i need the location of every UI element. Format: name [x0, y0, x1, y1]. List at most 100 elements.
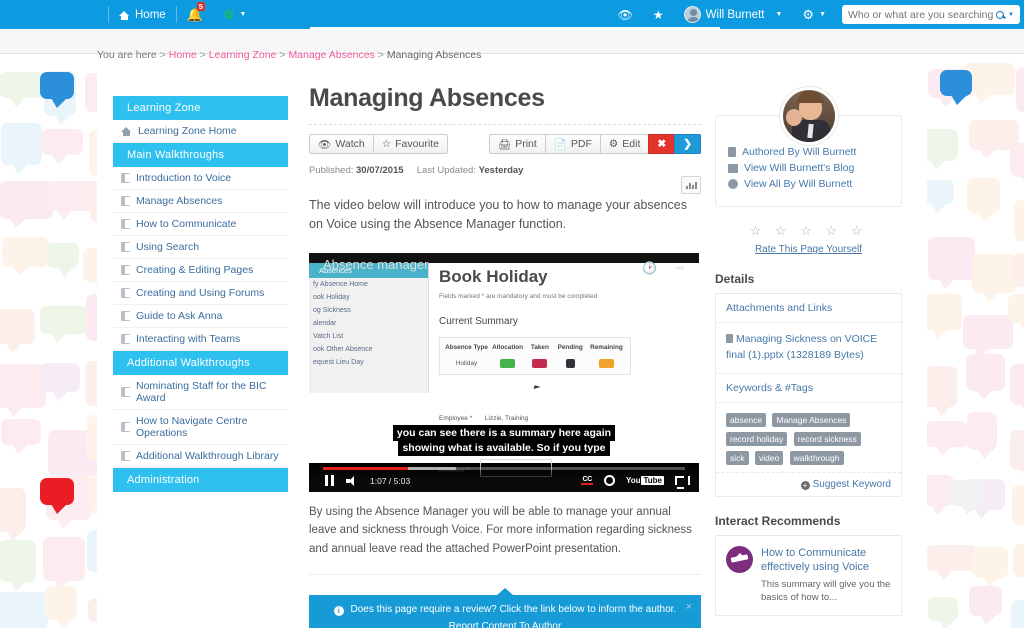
recommend-title[interactable]: How to Communicate effectively using Voi…: [761, 546, 891, 576]
tag-absence[interactable]: absence: [726, 412, 767, 427]
gear-icon[interactable]: [603, 475, 615, 487]
attachment-link[interactable]: Managing Sickness on VOICE final (1).ppt…: [726, 332, 891, 364]
delete-button[interactable]: ✖: [648, 134, 676, 154]
col-taken: Taken: [530, 343, 549, 351]
recommend-summary: This summary will give you the basics of…: [761, 579, 891, 604]
col-remaining: Remaining: [590, 343, 623, 351]
background-bubble: [1012, 485, 1024, 534]
closed-captions-icon[interactable]: CC: [581, 476, 593, 486]
sidebar-item-how-to-communicate[interactable]: How to Communicate: [113, 213, 288, 236]
pdf-button[interactable]: 📄 PDF: [544, 134, 601, 154]
video-menu-item: equest Lieu Day: [313, 358, 364, 366]
apps-menu-button[interactable]: ⚙ ▼: [213, 0, 257, 29]
tag-record-holiday[interactable]: record holiday: [726, 431, 788, 446]
rating-stars[interactable]: ☆ ☆ ☆ ☆ ☆: [715, 223, 902, 239]
eye-button[interactable]: 👁: [608, 0, 643, 29]
home-button[interactable]: Home: [109, 0, 176, 29]
sidebar-item-label: Introduction to Voice: [136, 172, 232, 184]
gear-icon: ⚙: [608, 138, 619, 150]
watch-later-icon[interactable]: 🕑: [642, 261, 657, 275]
sidebar-item-learning-zone-home[interactable]: Learning Zone Home: [113, 120, 288, 143]
page-stats-button[interactable]: [681, 176, 701, 194]
video-menu-item: alendar: [313, 319, 337, 327]
pause-icon[interactable]: [325, 475, 334, 487]
background-bubble: [47, 243, 79, 277]
sidebar-item-label: How to Communicate: [136, 218, 237, 230]
video-player[interactable]: Absences fy Absence Home ook Holiday og …: [309, 252, 699, 492]
attachments-header: Attachments and Links: [716, 294, 901, 323]
sidebar-item-using-search[interactable]: Using Search: [113, 236, 288, 259]
sidebar-item-creating-editing-pages[interactable]: Creating & Editing Pages: [113, 259, 288, 282]
favourites-button[interactable]: ★: [643, 0, 674, 29]
main-content: Managing Absences 👁 Watch ☆ Favourite 🖨 …: [309, 84, 701, 628]
video-inner-main: Book Holiday Fields marked * are mandato…: [439, 267, 694, 375]
background-bubble: [967, 178, 1000, 222]
breadcrumb-item-current: Managing Absences: [386, 49, 482, 61]
keywords-body: absence Manage Absences record holiday r…: [716, 403, 901, 472]
blog-icon: [728, 163, 738, 173]
background-bubble: [928, 237, 975, 289]
intro-paragraph: The video below will introduce you to ho…: [309, 198, 687, 232]
employee-value: Lizzie, Training: [484, 414, 529, 422]
sidebar-item-introduction-to-voice[interactable]: Introduction to Voice: [113, 167, 288, 190]
next-button[interactable]: ❯: [674, 134, 701, 154]
eye-icon: 👁: [617, 7, 633, 22]
suggest-keyword-link[interactable]: + Suggest Keyword: [716, 471, 901, 496]
pdf-icon: 📄: [553, 138, 567, 151]
sidebar-item-nominating-staff[interactable]: Nominating Staff for the BIC Award: [113, 375, 288, 410]
report-content-link[interactable]: Report Content To Author: [449, 621, 562, 628]
tag-walkthrough[interactable]: walkthrough: [789, 450, 844, 465]
user-menu[interactable]: Will Burnett ▼: [674, 0, 793, 29]
breadcrumb-item-home[interactable]: Home: [169, 49, 197, 61]
document-icon: [121, 196, 130, 206]
sidebar-item-guide-to-ask-anna[interactable]: Guide to Ask Anna: [113, 305, 288, 328]
watch-button[interactable]: 👁 Watch: [309, 134, 374, 154]
tag-manage-absences[interactable]: Manage Absences: [772, 412, 851, 427]
settings-button[interactable]: ⚙ ▼: [792, 0, 836, 29]
search-box[interactable]: ▼: [842, 5, 1020, 24]
chevron-down-icon[interactable]: ▼: [1008, 12, 1014, 18]
taken-badge: [532, 358, 548, 368]
sidebar-item-label: Nominating Staff for the BIC Award: [136, 380, 267, 404]
tag-sick[interactable]: sick: [726, 450, 749, 465]
sidebar-header-learning-zone: Learning Zone: [113, 96, 288, 120]
background-bubble: [925, 421, 968, 456]
tag-video[interactable]: video: [754, 450, 784, 465]
sidebar-item-additional-walkthrough-library[interactable]: Additional Walkthrough Library: [113, 445, 288, 468]
topnav-left-group: Home 🔔 5 ⚙ ▼: [108, 0, 256, 29]
notifications-button[interactable]: 🔔 5: [177, 0, 213, 29]
sidebar-item-manage-absences[interactable]: Manage Absences: [113, 190, 288, 213]
close-icon[interactable]: ×: [686, 601, 692, 613]
home-icon: [121, 126, 132, 136]
tag-record-sickness[interactable]: record sickness: [793, 431, 861, 446]
author-avatar[interactable]: [779, 87, 838, 145]
youtube-logo-icon[interactable]: You Tube: [626, 476, 664, 486]
outro-paragraph: By using the Absence Manager you will be…: [309, 505, 692, 555]
print-button[interactable]: 🖨 Print: [488, 134, 546, 154]
sidebar-item-interacting-with-teams[interactable]: Interacting with Teams: [113, 328, 288, 351]
search-input[interactable]: [848, 8, 997, 21]
breadcrumb-item-learning-zone[interactable]: Learning Zone: [209, 49, 277, 61]
fullscreen-icon[interactable]: [675, 476, 690, 490]
authored-by-link[interactable]: Authored By Will Burnett: [728, 146, 889, 158]
list-item[interactable]: How to Communicate effectively using Voi…: [716, 536, 901, 615]
rate-page-link[interactable]: Rate This Page Yourself: [715, 244, 902, 255]
cell-allocation: [489, 358, 526, 368]
breadcrumb-item-manage-absences[interactable]: Manage Absences: [288, 49, 374, 61]
view-blog-link[interactable]: View Will Burnett's Blog: [728, 162, 889, 174]
background-bubble: [1, 123, 42, 174]
breadcrumb-separator: >: [159, 49, 166, 61]
video-controls-left: 1:07 / 5:03: [309, 475, 410, 487]
favourite-button[interactable]: ☆ Favourite: [372, 134, 448, 154]
background-bubble: [40, 306, 88, 343]
divider: [309, 124, 701, 125]
volume-icon[interactable]: [346, 475, 358, 486]
search-icon[interactable]: [996, 10, 1005, 19]
sidebar-item-navigate-centre-operations[interactable]: How to Navigate Centre Operations: [113, 410, 288, 445]
sidebar-item-creating-using-forums[interactable]: Creating and Using Forums: [113, 282, 288, 305]
page-tools-group: 🖨 Print 📄 PDF ⚙ Edit ✖ ❯: [488, 134, 701, 154]
document-icon: [121, 451, 130, 461]
share-icon[interactable]: ➥: [675, 261, 685, 275]
edit-button[interactable]: ⚙ Edit: [599, 134, 650, 154]
view-all-link[interactable]: View All By Will Burnett: [728, 178, 889, 190]
